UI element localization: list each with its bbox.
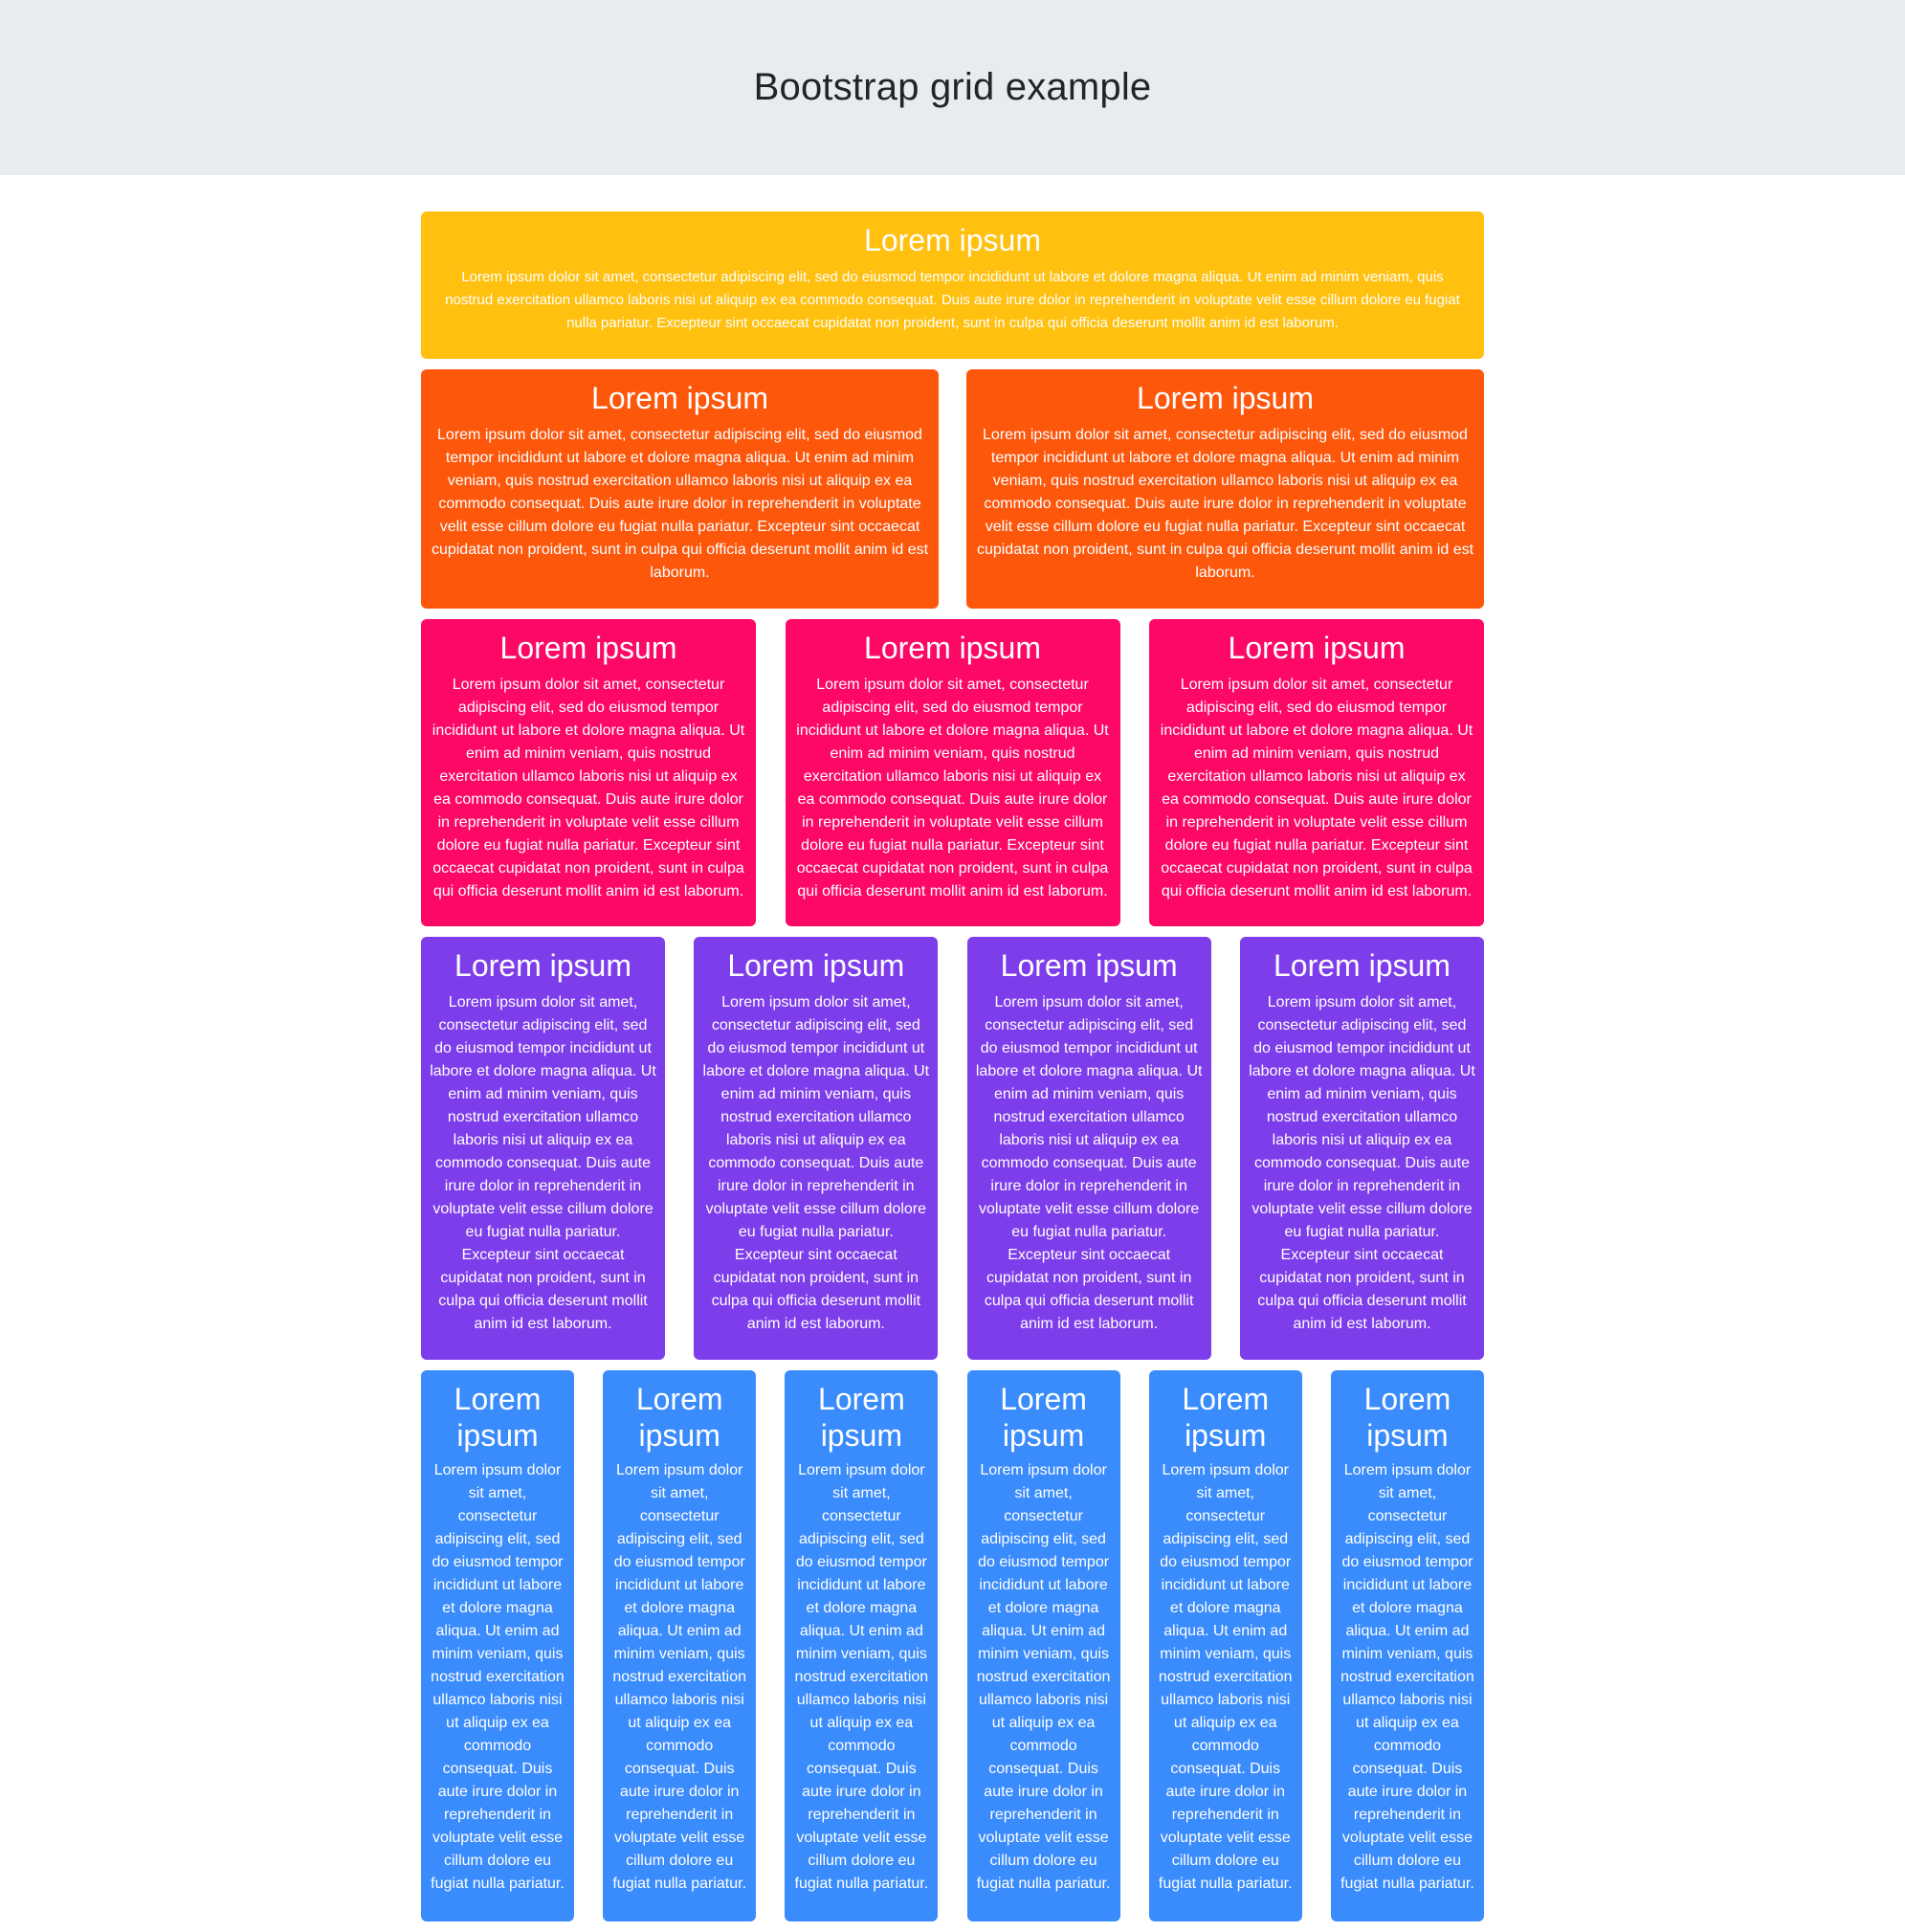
card-heading: Lorem ipsum xyxy=(1182,1382,1270,1453)
card-heading: Lorem ipsum xyxy=(1137,381,1314,415)
card-heading: Lorem ipsum xyxy=(454,1382,542,1453)
grid-card: Lorem ipsum Lorem ipsum dolor sit amet, … xyxy=(421,1370,574,1921)
card-text: Lorem ipsum dolor sit amet, consectetur … xyxy=(1160,677,1473,899)
grid-card: Lorem ipsum Lorem ipsum dolor sit amet, … xyxy=(966,937,1211,1360)
card-heading: Lorem ipsum xyxy=(1228,631,1406,665)
grid-card: Lorem ipsum Lorem ipsum dolor sit amet, … xyxy=(1330,1370,1484,1921)
grid-row-3-columns: Lorem ipsum Lorem ipsum dolor sit amet, … xyxy=(421,619,1484,926)
card-text: Lorem ipsum dolor sit amet, consectetur … xyxy=(432,677,745,899)
page-title: Bootstrap grid example xyxy=(753,66,1152,108)
grid-card: Lorem ipsum Lorem ipsum dolor sit amet, … xyxy=(1149,619,1484,926)
card-text: Lorem ipsum dolor sit amet, consectetur … xyxy=(445,269,1460,331)
grid-row-6-columns: Lorem ipsum Lorem ipsum dolor sit amet, … xyxy=(421,1370,1484,1921)
card-heading: Lorem ipsum xyxy=(1274,948,1451,983)
grid-card: Lorem ipsum Lorem ipsum dolor sit amet, … xyxy=(421,211,1484,359)
card-heading: Lorem ipsum xyxy=(591,381,768,415)
card-text: Lorem ipsum dolor sit amet, consectetur … xyxy=(794,1462,929,1892)
grid-row-4-columns: Lorem ipsum Lorem ipsum dolor sit amet, … xyxy=(421,937,1484,1360)
card-text: Lorem ipsum dolor sit amet, consectetur … xyxy=(1340,1462,1474,1892)
card-heading: Lorem ipsum xyxy=(864,631,1041,665)
grid-card: Lorem ipsum Lorem ipsum dolor sit amet, … xyxy=(421,369,939,609)
grid-row-1-column: Lorem ipsum Lorem ipsum dolor sit amet, … xyxy=(421,211,1484,359)
jumbotron-header: Bootstrap grid example xyxy=(0,0,1905,175)
card-text: Lorem ipsum dolor sit amet, consectetur … xyxy=(702,994,930,1332)
card-heading: Lorem ipsum xyxy=(864,223,1041,257)
grid-card: Lorem ipsum Lorem ipsum dolor sit amet, … xyxy=(785,619,1120,926)
card-heading: Lorem ipsum xyxy=(635,1382,723,1453)
card-text: Lorem ipsum dolor sit amet, consectetur … xyxy=(796,677,1109,899)
card-heading: Lorem ipsum xyxy=(499,631,677,665)
grid-container: Lorem ipsum Lorem ipsum dolor sit amet, … xyxy=(421,211,1484,1932)
grid-card: Lorem ipsum Lorem ipsum dolor sit amet, … xyxy=(785,1370,939,1921)
grid-card: Lorem ipsum Lorem ipsum dolor sit amet, … xyxy=(1148,1370,1302,1921)
card-text: Lorem ipsum dolor sit amet, consectetur … xyxy=(1249,994,1475,1332)
grid-card: Lorem ipsum Lorem ipsum dolor sit amet, … xyxy=(694,937,939,1360)
card-heading: Lorem ipsum xyxy=(1000,948,1178,983)
grid-card: Lorem ipsum Lorem ipsum dolor sit amet, … xyxy=(966,1370,1120,1921)
grid-card: Lorem ipsum Lorem ipsum dolor sit amet, … xyxy=(603,1370,757,1921)
card-heading: Lorem ipsum xyxy=(727,948,905,983)
card-text: Lorem ipsum dolor sit amet, consectetur … xyxy=(431,1462,565,1892)
card-text: Lorem ipsum dolor sit amet, consectetur … xyxy=(430,994,656,1332)
card-text: Lorem ipsum dolor sit amet, consectetur … xyxy=(431,427,929,581)
grid-card: Lorem ipsum Lorem ipsum dolor sit amet, … xyxy=(1239,937,1484,1360)
card-text: Lorem ipsum dolor sit amet, consectetur … xyxy=(975,994,1203,1332)
card-heading: Lorem ipsum xyxy=(1000,1382,1087,1453)
card-heading: Lorem ipsum xyxy=(1363,1382,1451,1453)
card-heading: Lorem ipsum xyxy=(454,948,631,983)
grid-card: Lorem ipsum Lorem ipsum dolor sit amet, … xyxy=(966,369,1484,609)
card-text: Lorem ipsum dolor sit amet, consectetur … xyxy=(976,427,1474,581)
card-heading: Lorem ipsum xyxy=(818,1382,905,1453)
grid-row-2-columns: Lorem ipsum Lorem ipsum dolor sit amet, … xyxy=(421,369,1484,609)
card-text: Lorem ipsum dolor sit amet, consectetur … xyxy=(1158,1462,1293,1892)
card-text: Lorem ipsum dolor sit amet, consectetur … xyxy=(976,1462,1111,1892)
grid-card: Lorem ipsum Lorem ipsum dolor sit amet, … xyxy=(421,937,665,1360)
grid-card: Lorem ipsum Lorem ipsum dolor sit amet, … xyxy=(421,619,756,926)
card-text: Lorem ipsum dolor sit amet, consectetur … xyxy=(612,1462,747,1892)
